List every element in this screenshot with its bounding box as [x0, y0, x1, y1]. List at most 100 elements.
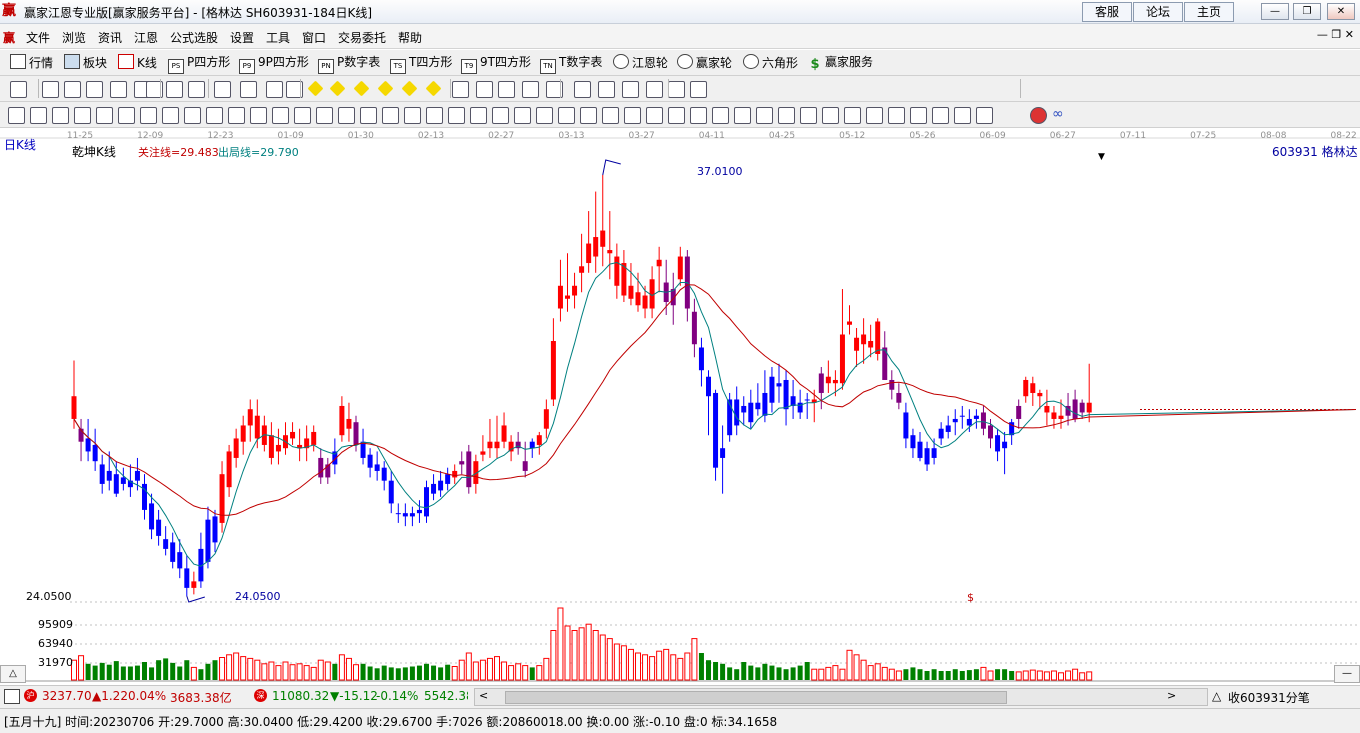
- horizontal-scrollbar[interactable]: < >: [474, 688, 1208, 706]
- grid-big-icon[interactable]: [646, 107, 663, 124]
- ray-icon[interactable]: [96, 107, 113, 124]
- first-icon[interactable]: [214, 81, 231, 98]
- kline-chart[interactable]: 11-25 12-09 12-23 01-09 01-30 02-13 02-27 03-13…: [0, 128, 1360, 683]
- menu-gann[interactable]: 江恩: [134, 29, 158, 46]
- 9t-square-button[interactable]: T9 9T四方形: [461, 54, 531, 74]
- parallel-icon[interactable]: [228, 107, 245, 124]
- table-icon[interactable]: [690, 107, 707, 124]
- kline-button[interactable]: K线: [118, 54, 157, 71]
- fib-icon[interactable]: [272, 107, 289, 124]
- fan-icon[interactable]: [188, 81, 205, 98]
- diamond6-icon[interactable]: [425, 80, 442, 97]
- doc-icon[interactable]: [64, 81, 81, 98]
- expand-icon[interactable]: —: [1334, 665, 1360, 683]
- gann-wheel-button[interactable]: 江恩轮: [613, 54, 668, 71]
- book-icon[interactable]: [598, 81, 615, 98]
- mode-icon[interactable]: [42, 81, 59, 98]
- hash-icon[interactable]: [404, 107, 421, 124]
- cycle-icon[interactable]: [140, 107, 157, 124]
- crosshair-icon[interactable]: [476, 81, 493, 98]
- scroll-up-icon[interactable]: △: [0, 665, 26, 683]
- scroll-right-icon[interactable]: >: [1167, 689, 1176, 702]
- channel-icon[interactable]: [52, 107, 69, 124]
- restore-icon[interactable]: ❐: [1293, 3, 1321, 20]
- t-square-button[interactable]: TS T四方形: [390, 54, 452, 74]
- trend5-icon[interactable]: [976, 107, 993, 124]
- lines-icon[interactable]: [756, 107, 773, 124]
- tick-detail-text[interactable]: 收603931分笔: [1228, 689, 1310, 706]
- flag-icon[interactable]: [844, 107, 861, 124]
- calendar-icon[interactable]: [574, 81, 591, 98]
- percent2-icon[interactable]: [734, 107, 751, 124]
- kline-chart-area[interactable]: 11-25 12-09 12-23 01-09 01-30 02-13 02-27 03-13…: [0, 128, 1360, 683]
- menu-browse[interactable]: 浏览: [62, 29, 86, 46]
- gann-angle-icon[interactable]: [162, 107, 179, 124]
- pen-icon[interactable]: [8, 107, 25, 124]
- hand-icon[interactable]: [452, 81, 469, 98]
- trend3-icon[interactable]: [932, 107, 949, 124]
- pitch-icon[interactable]: [448, 107, 465, 124]
- menu-file[interactable]: 文件: [26, 29, 50, 46]
- text-icon[interactable]: [536, 107, 553, 124]
- 9p-square-button[interactable]: P9 9P四方形: [239, 54, 309, 74]
- arrow2-icon[interactable]: [800, 107, 817, 124]
- last-icon[interactable]: [240, 81, 257, 98]
- dropdown-marker-icon[interactable]: ▼: [1098, 152, 1105, 162]
- zoom-icon[interactable]: [602, 107, 619, 124]
- calc-icon[interactable]: [622, 81, 639, 98]
- flag2-icon[interactable]: [866, 107, 883, 124]
- hexagon-button[interactable]: 六角形: [743, 54, 798, 71]
- home-button[interactable]: 主页: [1184, 2, 1234, 22]
- circle-icon[interactable]: [206, 107, 223, 124]
- grid-icon[interactable]: [4, 689, 20, 704]
- coin-icon[interactable]: [822, 107, 839, 124]
- bars-icon[interactable]: [86, 81, 103, 98]
- lines2-icon[interactable]: [778, 107, 795, 124]
- diamond4-icon[interactable]: [377, 80, 394, 97]
- wave-icon[interactable]: [118, 107, 135, 124]
- trend2-icon[interactable]: [910, 107, 927, 124]
- quote-button[interactable]: 行情: [10, 54, 53, 71]
- prev-icon[interactable]: [266, 81, 283, 98]
- winner-wheel-button[interactable]: 赢家轮: [677, 54, 732, 71]
- index1-value[interactable]: 3237.70: [42, 689, 92, 703]
- magic-icon[interactable]: [522, 81, 539, 98]
- sector-button[interactable]: 板块: [64, 54, 107, 71]
- scrollbar-thumb[interactable]: [505, 691, 1007, 704]
- menu-window[interactable]: 窗口: [302, 29, 326, 46]
- menu-tools[interactable]: 工具: [266, 29, 290, 46]
- menu-settings[interactable]: 设置: [230, 29, 254, 46]
- menu-trade[interactable]: 交易委托: [338, 29, 386, 46]
- infinity-icon[interactable]: ∞: [1052, 107, 1067, 122]
- bars2-icon[interactable]: [110, 81, 127, 98]
- menu-formula-select[interactable]: 公式选股: [170, 29, 218, 46]
- close-icon[interactable]: ✕: [1327, 3, 1355, 20]
- customer-service-button[interactable]: 客服: [1082, 2, 1132, 22]
- rect-icon[interactable]: [624, 107, 641, 124]
- arc-icon[interactable]: [184, 107, 201, 124]
- export-icon[interactable]: [690, 81, 707, 98]
- bracket-icon[interactable]: [492, 107, 509, 124]
- grid-tool-icon[interactable]: [294, 107, 311, 124]
- trend-icon[interactable]: [888, 107, 905, 124]
- mirror-icon[interactable]: [514, 107, 531, 124]
- forum-button[interactable]: 论坛: [1133, 2, 1183, 22]
- yinyang-icon[interactable]: [1030, 107, 1047, 124]
- bars-tool-icon[interactable]: [426, 107, 443, 124]
- fan-tool-icon[interactable]: [668, 107, 685, 124]
- winner-service-button[interactable]: $ 赢家服务: [808, 54, 873, 71]
- angle-icon[interactable]: [316, 107, 333, 124]
- scroll-left-icon[interactable]: <: [479, 689, 488, 702]
- index2-value[interactable]: 11080.32: [272, 689, 329, 703]
- print-icon[interactable]: [668, 81, 685, 98]
- speed-icon[interactable]: [470, 107, 487, 124]
- save-icon[interactable]: [646, 81, 663, 98]
- tri-icon[interactable]: [250, 107, 267, 124]
- delete-icon[interactable]: [558, 107, 575, 124]
- menu-help[interactable]: 帮助: [398, 29, 422, 46]
- box-icon[interactable]: [382, 107, 399, 124]
- arrow-icon[interactable]: [580, 107, 597, 124]
- gann-icon[interactable]: [166, 81, 183, 98]
- menu-info[interactable]: 资讯: [98, 29, 122, 46]
- p-number-table-button[interactable]: PN P数字表: [318, 54, 380, 74]
